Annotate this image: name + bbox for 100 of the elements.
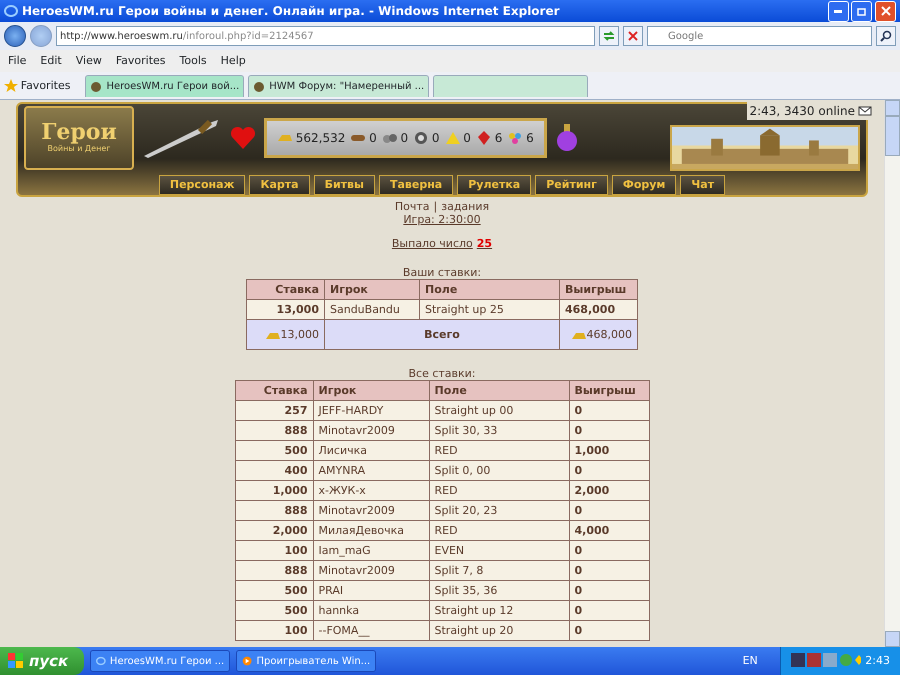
address-text: http://www.heroeswm.ru/inforoul.php?id=2124567: [60, 30, 314, 44]
nav-button[interactable]: Карта: [249, 174, 310, 195]
table-cell: Minotavr2009: [313, 420, 429, 440]
close-button[interactable]: [875, 0, 896, 22]
column-header: Поле: [420, 280, 560, 300]
clock: 2:43: [865, 652, 890, 669]
table-cell: 468,000: [560, 320, 638, 350]
mail-link[interactable]: Почта: [394, 200, 430, 213]
table-cell: 0: [569, 620, 649, 640]
language-indicator[interactable]: EN: [742, 652, 758, 670]
column-header: Игрок: [313, 380, 429, 400]
nav-button[interactable]: Битвы: [314, 174, 375, 195]
column-header: Выигрыш: [560, 280, 638, 300]
search-button[interactable]: [876, 26, 896, 46]
table-cell: 888: [235, 420, 313, 440]
table-caption: Ваши ставки:: [402, 266, 482, 279]
table-cell: 100: [235, 540, 313, 560]
table-cell: 100: [235, 620, 313, 640]
nav-button[interactable]: Персонаж: [158, 174, 246, 195]
nav-button[interactable]: Рулетка: [457, 174, 532, 195]
table-cell: Всего: [324, 320, 560, 350]
table-cell: Minotavr2009: [313, 500, 429, 520]
resource-count: 0: [432, 130, 440, 148]
table-cell: 2,000: [569, 480, 649, 500]
restore-icon: [856, 6, 867, 16]
column-header: Ставка: [246, 280, 324, 300]
resource-count: 0: [400, 130, 408, 148]
table-cell: Straight up 20: [429, 620, 569, 640]
table-cell: EVEN: [429, 540, 569, 560]
mail-icon: [858, 106, 872, 116]
nav-button[interactable]: Рейтинг: [535, 174, 608, 195]
nav-button[interactable]: Чат: [680, 174, 726, 195]
back-button[interactable]: [4, 25, 26, 47]
menu-item[interactable]: Edit: [40, 52, 62, 70]
table-cell: x-ЖУК-x: [313, 480, 429, 500]
table-cell: 0: [569, 560, 649, 580]
table-cell: 400: [235, 460, 313, 480]
taskbar-item[interactable]: Проигрыватель Win...: [236, 650, 376, 672]
logo-subtitle: Войны и Денег: [48, 144, 110, 156]
window-title: HeroesWM.ru Герои войны и денег. Онлайн игра. - Windows Internet Explorer: [22, 3, 560, 20]
game-timer-link[interactable]: Игра: 2:30:00: [403, 213, 481, 226]
search-icon: [880, 30, 892, 42]
tray-icons-drawing: [791, 653, 862, 669]
table-cell: 0: [569, 400, 649, 420]
tasks-link[interactable]: задания: [441, 200, 490, 213]
minimize-icon: [834, 10, 842, 12]
menu-item[interactable]: File: [8, 52, 26, 70]
table-cell: 257: [235, 400, 313, 420]
table-cell: 0: [569, 460, 649, 480]
table-cell: 0: [569, 420, 649, 440]
table-cell: 0: [569, 600, 649, 620]
stop-button[interactable]: [623, 26, 643, 46]
close-icon: [880, 6, 890, 16]
taskbar-item[interactable]: HeroesWM.ru Герои ...: [90, 650, 230, 672]
restore-button[interactable]: [851, 0, 872, 22]
column-header: Поле: [429, 380, 569, 400]
column-header: Ставка: [235, 380, 313, 400]
table-cell: RED: [429, 480, 569, 500]
table-cell: Split 20, 23: [429, 500, 569, 520]
table-cell: 13,000: [246, 320, 324, 350]
table-cell: 500: [235, 580, 313, 600]
minimize-button[interactable]: [828, 0, 848, 22]
stop-icon: [628, 30, 638, 41]
online-status: 2:43, 3430 online: [749, 103, 855, 120]
browser-tab[interactable]: HeroesWM.ru Герои вой...: [85, 75, 244, 97]
table-cell: RED: [429, 440, 569, 460]
menu-item[interactable]: Tools: [180, 52, 207, 70]
browser-tab[interactable]: HWM Форум: "Намеренный ...: [248, 75, 430, 97]
table-caption: Все ставки:: [408, 367, 476, 380]
table-cell: PRAI: [313, 580, 429, 600]
table-cell: SanduBandu: [324, 300, 420, 320]
browser-logo-icon: [96, 654, 106, 668]
table-cell: --FOMA__: [313, 620, 429, 640]
table-cell: RED: [429, 520, 569, 540]
table-cell: 0: [569, 500, 649, 520]
table-cell: JEFF-HARDY: [313, 400, 429, 420]
table-cell: Minotavr2009: [313, 560, 429, 580]
favorites-button[interactable]: Favorites: [4, 78, 70, 94]
table-cell: Straight up 25: [420, 300, 560, 320]
menu-item[interactable]: Help: [220, 52, 246, 70]
refresh-button[interactable]: [599, 26, 619, 46]
scrollbar[interactable]: [884, 100, 900, 647]
nav-button[interactable]: Таверна: [378, 174, 454, 195]
resource-count: 6: [494, 130, 502, 148]
gems-icon: [507, 130, 524, 146]
menu-item[interactable]: Favorites: [116, 52, 166, 70]
table-cell: Iam_maG: [313, 540, 429, 560]
table-cell: Split 35, 36: [429, 580, 569, 600]
search-field[interactable]: Google: [647, 26, 872, 46]
table-cell: 0: [569, 580, 649, 600]
nav-button[interactable]: Форум: [612, 174, 676, 195]
table-cell: 500: [235, 600, 313, 620]
star-icon: [4, 79, 18, 93]
menu-item[interactable]: View: [76, 52, 102, 70]
table-cell: 13,000: [246, 300, 324, 320]
crystal-icon: [476, 130, 492, 146]
resource-count: 562,532: [296, 130, 346, 148]
address-field[interactable]: http://www.heroeswm.ru/inforoul.php?id=2124567: [56, 26, 595, 46]
table-cell: 2,000: [235, 520, 313, 540]
table-cell: AMYNRA: [313, 460, 429, 480]
